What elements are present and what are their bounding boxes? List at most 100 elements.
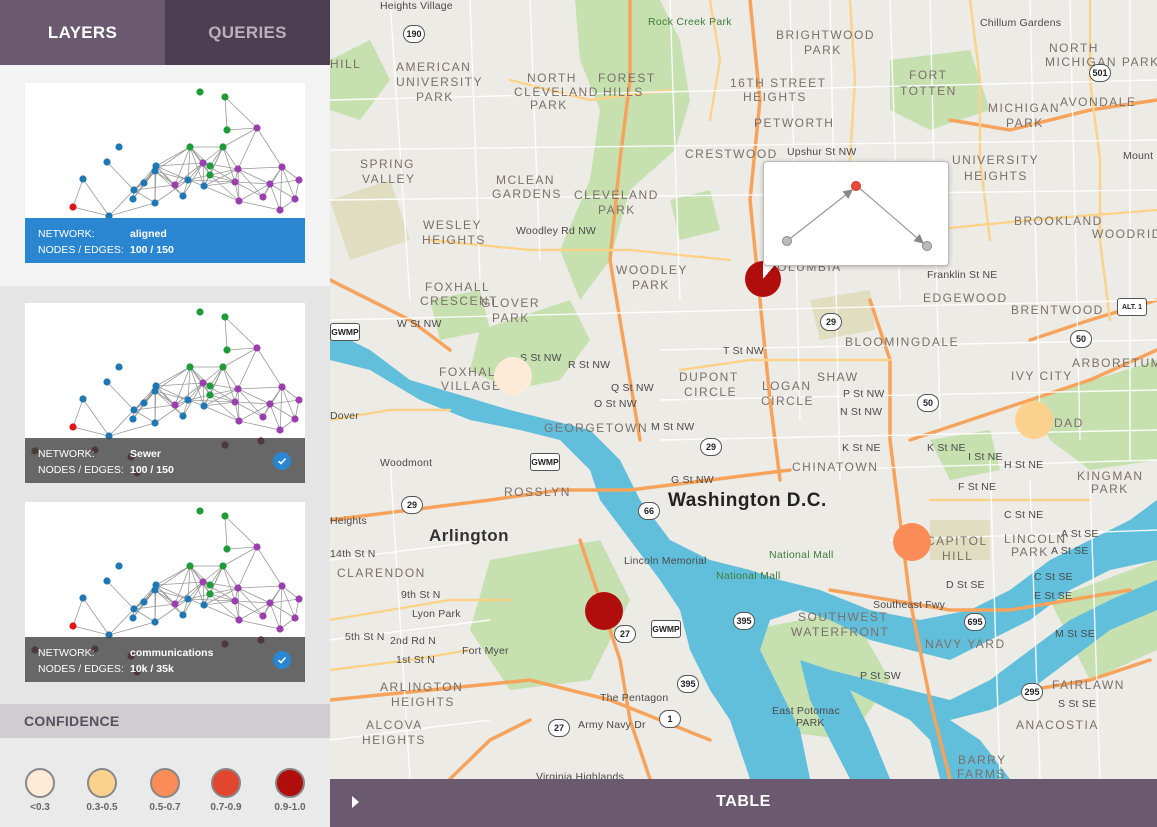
map-label: National Mall: [716, 570, 781, 582]
map-label: HILL: [330, 57, 362, 71]
graph-node: [129, 195, 137, 203]
map-label: MICHIGAN: [988, 101, 1060, 115]
map-label: AMERICAN: [396, 60, 472, 74]
route-shield: 395: [733, 612, 755, 630]
map-label: C St NE: [1004, 509, 1044, 521]
graph-node: [151, 586, 159, 594]
nodes-edges-key: NODES / EDGES:: [38, 464, 124, 476]
layer-info: NETWORK: Sewer NODES / EDGES: 100 / 150: [25, 438, 305, 483]
check-icon[interactable]: [273, 452, 291, 470]
graph-node: [295, 595, 303, 603]
route-shield: 295: [1021, 683, 1043, 701]
map-label: National Mall: [769, 549, 834, 561]
route-shield: 66: [638, 502, 660, 520]
table-toggle-bar[interactable]: TABLE: [330, 779, 1157, 827]
network-name: aligned: [130, 228, 167, 240]
map-label: G St NW: [671, 474, 714, 486]
path-graph: [782, 181, 932, 251]
graph-node: [103, 577, 111, 585]
graph-node: [266, 180, 274, 188]
map-label: IVY CITY: [1011, 369, 1073, 383]
tab-layers[interactable]: LAYERS: [0, 0, 165, 65]
map-view[interactable]: Heights Village Rock Creek Park Chillum …: [330, 0, 1157, 779]
map-label: SHAW: [817, 370, 859, 384]
graph-node: [129, 614, 137, 622]
graph-node: [151, 419, 159, 427]
map-city-label: Washington D.C.: [668, 490, 827, 511]
tab-queries[interactable]: QUERIES: [165, 0, 330, 65]
graph-node: [266, 599, 274, 607]
graph-node: [151, 387, 159, 395]
graph-node: [206, 382, 214, 390]
map-label: GARDENS: [492, 187, 562, 201]
map-label: SPRING: [360, 157, 416, 171]
map-label: ANACOSTIA: [1016, 718, 1099, 732]
graph-node: [223, 126, 231, 134]
graph-node: [69, 203, 77, 211]
sidebar-tabs: LAYERS QUERIES: [0, 0, 330, 65]
map-label: GLOVER: [481, 296, 541, 310]
graph-node: [129, 415, 137, 423]
map-label: CHINATOWN: [792, 460, 879, 474]
nodes-edges-key: NODES / EDGES:: [38, 244, 124, 256]
layer-info: NETWORK: aligned NODES / EDGES: 100 / 150: [25, 218, 305, 263]
legend-label: <0.3: [30, 802, 50, 813]
marker-ivy-city[interactable]: [1015, 401, 1053, 439]
graph-node: [276, 625, 284, 633]
graph-node: [130, 186, 138, 194]
map-label: FOREST: [598, 71, 656, 85]
graph-node: [266, 400, 274, 408]
map-label: ALCOVA: [366, 718, 423, 732]
layer-card-communications[interactable]: NETWORK: communications NODES / EDGES: 10k…: [25, 502, 305, 682]
graph-node: [186, 363, 194, 371]
layer-card-sewer[interactable]: NETWORK: Sewer NODES / EDGES: 100 / 150: [25, 303, 305, 483]
legend-item: <0.3: [10, 768, 70, 813]
graph-node: [206, 590, 214, 598]
marker-arlington[interactable]: [585, 592, 623, 630]
map-label: C St SE: [1034, 571, 1073, 583]
map-label: Lincoln Memorial: [624, 555, 707, 567]
graph-node: [179, 611, 187, 619]
graph-node: [79, 395, 87, 403]
map-label: EDGEWOOD: [923, 291, 1008, 305]
map-label: Virginia Highlands: [536, 771, 625, 779]
legend-swatch: [150, 768, 180, 798]
route-shield: GWMP: [530, 453, 560, 471]
map-label: M St SE: [1055, 628, 1095, 640]
graph-node: [278, 163, 286, 171]
graph-node: [206, 391, 214, 399]
map-label: BRENTWOOD: [1011, 303, 1104, 317]
graph-node: [253, 344, 261, 352]
route-shield: GWMP: [330, 323, 360, 341]
map-label: DAD: [1054, 416, 1084, 430]
map-label: Dover: [330, 410, 360, 422]
graph-node: [234, 584, 242, 592]
layer-card-aligned[interactable]: NETWORK: aligned NODES / EDGES: 100 / 150: [25, 83, 305, 263]
graph-node: [140, 399, 148, 407]
graph-node: [140, 598, 148, 606]
legend-label: 0.9-1.0: [274, 802, 306, 813]
map-label: Franklin St NE: [927, 269, 998, 281]
graph-node: [171, 600, 179, 608]
map-label: Mount: [1123, 150, 1154, 162]
graph-node: [259, 612, 267, 620]
marker-foxhall[interactable]: [494, 357, 532, 395]
map-label: Lyon Park: [412, 608, 461, 620]
legend-label: 0.7-0.9: [210, 802, 242, 813]
graph-node: [259, 193, 267, 201]
check-icon[interactable]: [273, 651, 291, 669]
graph-node: [79, 175, 87, 183]
network-key: NETWORK:: [38, 228, 95, 240]
graph-node: [219, 143, 227, 151]
map-label: HEIGHTS: [964, 169, 1028, 183]
map-label: PARK: [492, 311, 530, 325]
graph-node: [200, 402, 208, 410]
map-label: FARMS: [957, 767, 1006, 780]
route-shield: 29: [820, 313, 842, 331]
map-label: PETWORTH: [754, 116, 835, 130]
marker-capitol-hill[interactable]: [893, 523, 931, 561]
graph-node: [186, 143, 194, 151]
graph-node: [231, 597, 239, 605]
map-label: WOODLEY: [616, 263, 688, 277]
map-label: MCLEAN: [496, 173, 556, 187]
